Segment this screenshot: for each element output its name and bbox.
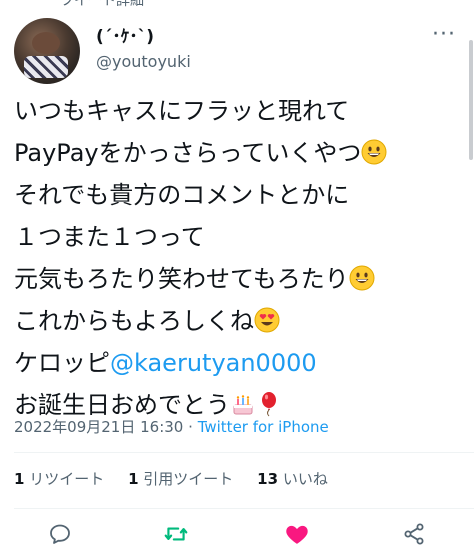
grinning-face-icon <box>361 136 387 165</box>
tweet-meta: 2022年09月21日 16:30 · Twitter for iPhone <box>14 416 329 437</box>
birthday-cake-icon <box>230 388 256 415</box>
tweet-line: 元気もろたり笑わせてもろたり <box>14 258 454 300</box>
like-icon[interactable] <box>283 520 311 548</box>
avatar[interactable] <box>14 18 80 84</box>
tweet-line: いつもキャスにフラッと現れて <box>14 97 350 125</box>
tweet-line: １つまた１つって <box>14 223 205 251</box>
grinning-face-icon <box>349 262 375 291</box>
tweet-line: ケロッピ@kaerutyan0000 <box>14 349 317 377</box>
tweet-stats: 1 リツイート 1 引用ツイート 13 いいね <box>14 468 328 489</box>
user-handle[interactable]: @youtoyuki <box>96 52 191 71</box>
likes-stat[interactable]: 13 いいね <box>257 470 328 488</box>
share-icon[interactable] <box>400 520 428 548</box>
tweet-line: それでも貴方のコメントとかに <box>14 181 350 209</box>
divider <box>14 452 474 453</box>
tweet-line: これからもよろしくね <box>14 300 454 342</box>
timestamp[interactable]: 2022年09月21日 16:30 <box>14 418 183 436</box>
avatar-shirt-shape <box>24 56 68 78</box>
source-link[interactable]: Twitter for iPhone <box>198 418 329 436</box>
tweet-text: いつもキャスにフラッと現れて PayPayをかっさらっていくやつ それでも貴方の… <box>14 90 454 426</box>
retweets-stat[interactable]: 1 リツイート <box>14 470 104 488</box>
divider <box>14 508 474 509</box>
header-title-cut: ツイート詳細 <box>60 0 144 9</box>
display-name[interactable]: (´･ｹ･`) <box>96 22 154 47</box>
scrollbar[interactable] <box>469 40 473 160</box>
heart-eyes-face-icon <box>254 304 280 333</box>
reply-icon[interactable] <box>46 520 74 548</box>
retweet-icon[interactable] <box>162 520 190 548</box>
tweet-line: PayPayをかっさらっていくやつ <box>14 132 454 174</box>
balloon-icon <box>256 388 282 417</box>
meta-separator: · <box>188 418 193 436</box>
more-dots-icon[interactable]: ··· <box>432 22 456 47</box>
mention-link[interactable]: @kaerutyan0000 <box>110 349 317 377</box>
avatar-face-shape <box>32 32 60 54</box>
quotes-stat[interactable]: 1 引用ツイート <box>128 470 233 488</box>
